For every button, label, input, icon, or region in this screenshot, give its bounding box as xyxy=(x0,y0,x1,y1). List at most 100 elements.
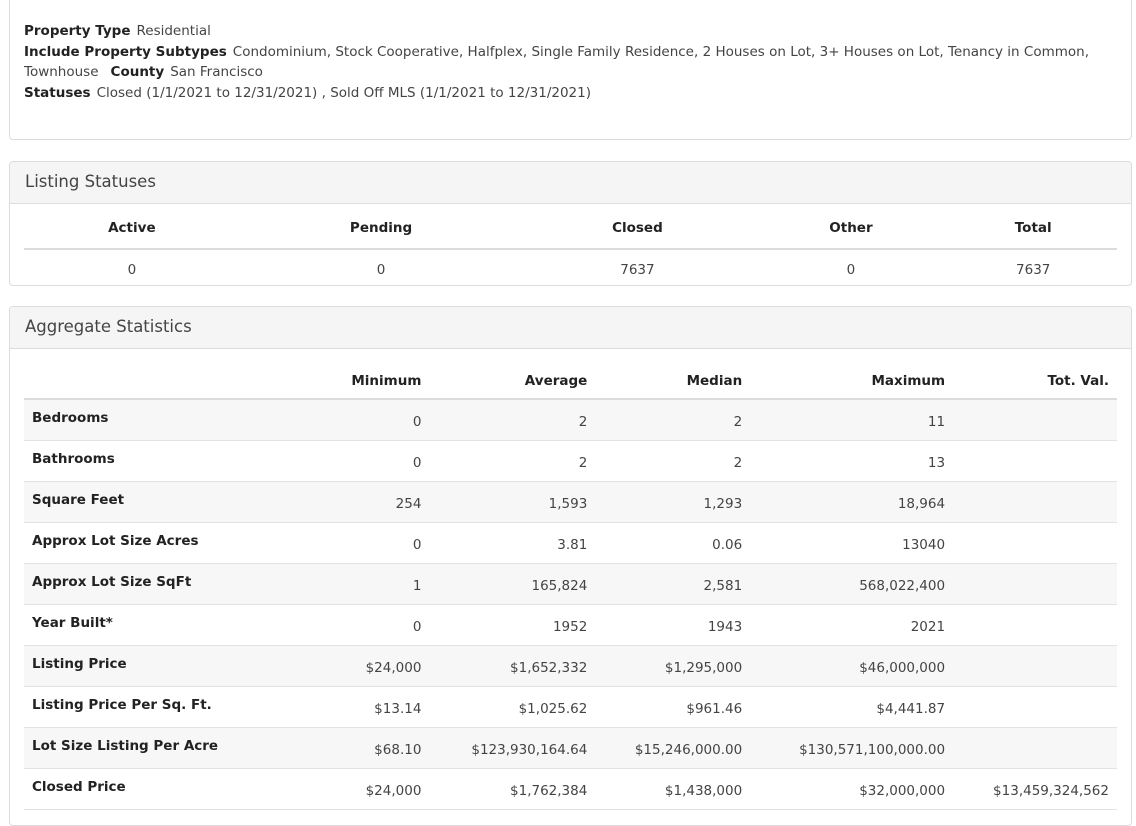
aggregate-header-median: Median xyxy=(595,364,751,400)
subtypes-label: Include Property Subtypes xyxy=(24,43,227,60)
row-label: Square Feet xyxy=(24,481,234,523)
table-row: Bathrooms 0 2 2 13 xyxy=(24,440,1117,482)
status-header-pending: Pending xyxy=(239,204,523,250)
cell-maximum: 2021 xyxy=(750,604,954,646)
criteria-line-2: Include Property Subtypes Condominium, St… xyxy=(24,42,1117,83)
cell-total-value xyxy=(953,522,1117,564)
county-label: County xyxy=(110,64,165,80)
cell-maximum: 13 xyxy=(750,440,954,482)
criteria-line-1: Property Type Residential xyxy=(24,21,1117,42)
cell-average: $1,025.62 xyxy=(429,686,596,728)
property-type-label: Property Type xyxy=(24,23,131,39)
cell-average: 1,593 xyxy=(429,481,596,523)
cell-total-value xyxy=(953,686,1117,728)
listing-statuses-panel: Listing Statuses Active Pending Closed O… xyxy=(9,161,1132,286)
cell-average: 165,824 xyxy=(429,563,596,605)
cell-minimum: $24,000 xyxy=(233,645,430,687)
table-row: Year Built* 0 1952 1943 2021 xyxy=(24,604,1117,646)
row-label: Listing Price xyxy=(24,645,234,687)
county-value: San Francisco xyxy=(170,64,263,80)
row-label: Bedrooms xyxy=(24,399,234,441)
cell-median: $15,246,000.00 xyxy=(595,727,751,769)
listing-statuses-title: Listing Statuses xyxy=(10,162,1131,204)
cell-median: $1,295,000 xyxy=(595,645,751,687)
aggregate-statistics-panel: Aggregate Statistics Minimum Average Med… xyxy=(9,306,1132,826)
status-header-active: Active xyxy=(24,204,240,250)
cell-maximum: $4,441.87 xyxy=(750,686,954,728)
cell-maximum: 568,022,400 xyxy=(750,563,954,605)
cell-total-value: $13,459,324,562 xyxy=(953,768,1117,810)
statuses-value-row: 0 0 7637 0 7637 xyxy=(24,249,1117,289)
cell-minimum: 0 xyxy=(233,522,430,564)
cell-minimum: 0 xyxy=(233,440,430,482)
cell-total-value xyxy=(953,645,1117,687)
cell-average: $1,762,384 xyxy=(429,768,596,810)
aggregate-statistics-table: Minimum Average Median Maximum Tot. Val.… xyxy=(24,364,1117,810)
cell-average: 2 xyxy=(429,440,596,482)
row-label: Closed Price xyxy=(24,768,234,810)
aggregate-header-blank xyxy=(24,364,234,400)
row-label: Year Built* xyxy=(24,604,234,646)
cell-median: $961.46 xyxy=(595,686,751,728)
cell-average: $123,930,164.64 xyxy=(429,727,596,769)
aggregate-header-maximum: Maximum xyxy=(750,364,954,400)
row-label: Listing Price Per Sq. Ft. xyxy=(24,686,234,728)
cell-total-value xyxy=(953,727,1117,769)
status-header-total: Total xyxy=(949,204,1117,250)
cell-average: 1952 xyxy=(429,604,596,646)
cell-median: 0.06 xyxy=(595,522,751,564)
status-header-closed: Closed xyxy=(522,204,753,250)
cell-maximum: $130,571,100,000.00 xyxy=(750,727,954,769)
search-criteria-panel: Property Type Residential Include Propert… xyxy=(9,0,1132,140)
cell-minimum: $24,000 xyxy=(233,768,430,810)
cell-minimum: 254 xyxy=(233,481,430,523)
cell-average: 2 xyxy=(429,399,596,441)
table-row: Bedrooms 0 2 2 11 xyxy=(24,399,1117,441)
table-row: Lot Size Listing Per Acre $68.10 $123,93… xyxy=(24,727,1117,769)
table-row: Approx Lot Size Acres 0 3.81 0.06 13040 xyxy=(24,522,1117,564)
aggregate-header-row: Minimum Average Median Maximum Tot. Val. xyxy=(24,364,1117,400)
statuses-header-row: Active Pending Closed Other Total xyxy=(24,204,1117,250)
cell-median: 1943 xyxy=(595,604,751,646)
statuses-value: Closed (1/1/2021 to 12/31/2021) , Sold O… xyxy=(96,84,591,101)
cell-minimum: $68.10 xyxy=(233,727,430,769)
cell-total-value xyxy=(953,604,1117,646)
cell-minimum: $13.14 xyxy=(233,686,430,728)
cell-maximum: 13040 xyxy=(750,522,954,564)
cell-minimum: 1 xyxy=(233,563,430,605)
property-type-value: Residential xyxy=(136,23,211,39)
cell-minimum: 0 xyxy=(233,604,430,646)
statuses-label: Statuses xyxy=(24,84,91,101)
cell-total-value xyxy=(953,481,1117,523)
table-row: Listing Price Per Sq. Ft. $13.14 $1,025.… xyxy=(24,686,1117,728)
cell-maximum: 18,964 xyxy=(750,481,954,523)
aggregate-statistics-title: Aggregate Statistics xyxy=(10,307,1131,349)
cell-median: 2,581 xyxy=(595,563,751,605)
cell-total-value xyxy=(953,563,1117,605)
row-label: Bathrooms xyxy=(24,440,234,482)
cell-median: 1,293 xyxy=(595,481,751,523)
table-row: Closed Price $24,000 $1,762,384 $1,438,0… xyxy=(24,768,1117,810)
status-value-active: 0 xyxy=(127,261,137,278)
cell-maximum: $46,000,000 xyxy=(750,645,954,687)
cell-median: $1,438,000 xyxy=(595,768,751,810)
status-value-pending: 0 xyxy=(376,261,386,278)
cell-median: 2 xyxy=(595,399,751,441)
listing-statuses-table: Active Pending Closed Other Total 0 0 76… xyxy=(24,204,1117,289)
criteria-line-3: Statuses Closed (1/1/2021 to 12/31/2021) … xyxy=(24,83,1117,104)
cell-total-value xyxy=(953,399,1117,441)
status-value-closed: 7637 xyxy=(620,261,655,278)
aggregate-header-average: Average xyxy=(429,364,596,400)
status-value-total: 7637 xyxy=(1016,261,1051,278)
cell-average: $1,652,332 xyxy=(429,645,596,687)
status-value-other: 0 xyxy=(846,261,856,278)
cell-maximum: 11 xyxy=(750,399,954,441)
row-label: Approx Lot Size Acres xyxy=(24,522,234,564)
status-header-other: Other xyxy=(752,204,950,250)
aggregate-header-minimum: Minimum xyxy=(233,364,430,400)
row-label: Approx Lot Size SqFt xyxy=(24,563,234,605)
cell-maximum: $32,000,000 xyxy=(750,768,954,810)
aggregate-header-total-value: Tot. Val. xyxy=(953,364,1117,400)
table-row: Approx Lot Size SqFt 1 165,824 2,581 568… xyxy=(24,563,1117,605)
cell-minimum: 0 xyxy=(233,399,430,441)
